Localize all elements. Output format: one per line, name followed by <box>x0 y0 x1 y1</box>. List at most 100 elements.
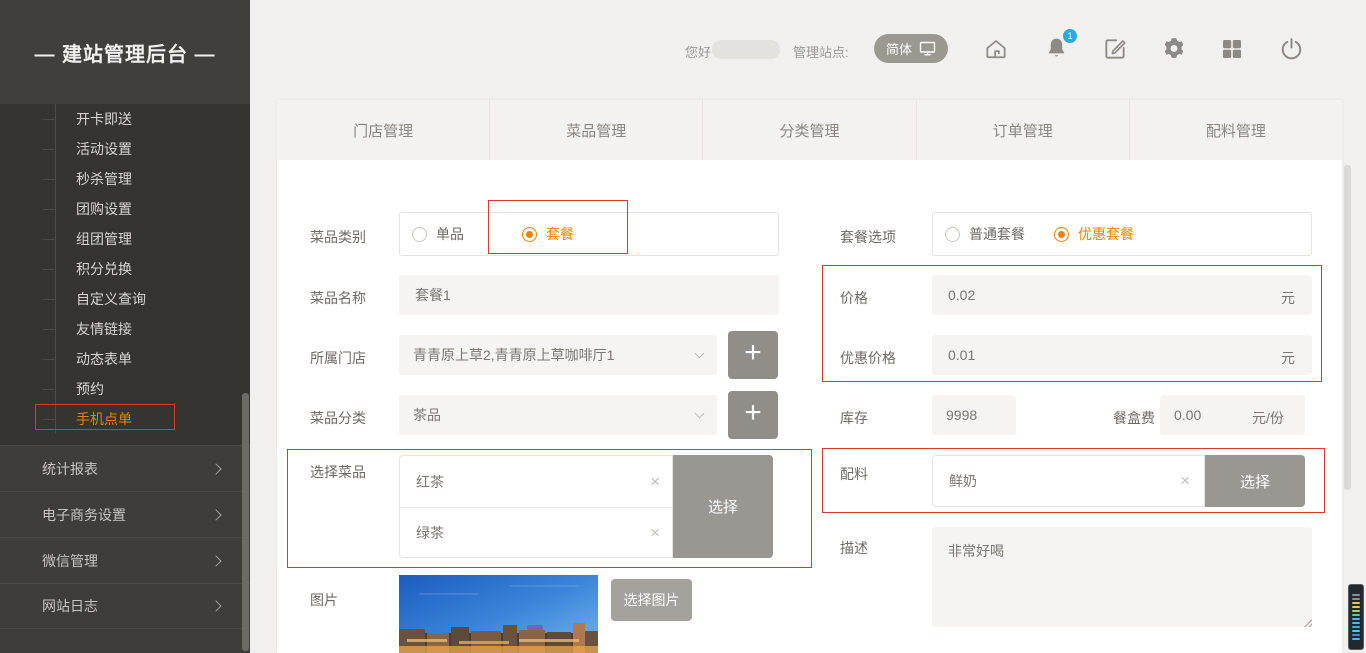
main-panel: 门店管理 菜品管理 分类管理 订单管理 配料管理 菜品类别 单品 套餐 菜品名称… <box>277 100 1342 653</box>
app-title: — 建站管理后台 — <box>34 38 215 67</box>
section-label: 网站日志 <box>42 596 98 616</box>
sidebar-item-flash-sale[interactable]: 秒杀管理 <box>56 164 235 194</box>
apps-grid-icon[interactable] <box>1220 37 1246 63</box>
selected-dishes-list: 红茶 × 绿茶 × <box>399 455 673 558</box>
chevron-right-icon <box>210 463 221 474</box>
dish-name: 红茶 <box>416 472 444 492</box>
selected-dish-row: 红茶 × <box>400 456 672 507</box>
greeting-text: 您好 <box>685 42 711 61</box>
dish-name-label: 菜品名称 <box>310 288 366 308</box>
sidebar-section-site-logs[interactable]: 网站日志 <box>0 583 250 629</box>
radio-icon <box>945 227 960 242</box>
language-button[interactable]: 简体 <box>874 34 948 63</box>
dish-category-label: 菜品类别 <box>310 227 366 247</box>
sidebar-section-wechat[interactable]: 微信管理 <box>0 537 250 583</box>
home-icon[interactable] <box>983 36 1009 62</box>
chevron-down-icon <box>695 349 705 359</box>
radio-label: 优惠套餐 <box>1078 224 1134 244</box>
discount-price-label: 优惠价格 <box>840 348 896 368</box>
chevron-right-icon <box>210 555 221 566</box>
store-select-value: 青青原上草2,青青原上草咖啡厅1 <box>413 345 614 365</box>
remove-dish-icon[interactable]: × <box>650 523 660 543</box>
radio-icon <box>412 227 427 242</box>
chevron-right-icon <box>210 600 221 611</box>
dish-class-select[interactable]: 茶品 <box>399 395 717 435</box>
dish-class-label: 菜品分类 <box>310 408 366 428</box>
dish-class-select-value: 茶品 <box>413 405 441 425</box>
dish-category-radio-group: 单品 套餐 <box>399 212 779 256</box>
sidebar-scrollbar[interactable] <box>242 393 249 651</box>
radio-label: 普通套餐 <box>969 224 1025 244</box>
dish-name-input[interactable] <box>399 275 779 315</box>
monitor-icon <box>919 41 936 56</box>
stock-label: 库存 <box>840 408 868 428</box>
tab-ingredient-management[interactable]: 配料管理 <box>1130 100 1342 160</box>
sidebar-item-group-buy[interactable]: 团购设置 <box>56 194 235 224</box>
browser-extension-widget[interactable] <box>1348 584 1364 650</box>
chevron-right-icon <box>210 509 221 520</box>
ingredient-value: 鲜奶 <box>949 471 977 491</box>
description-textarea[interactable]: 非常好喝 <box>932 527 1312 627</box>
radio-label: 单品 <box>436 224 464 244</box>
remove-dish-icon[interactable]: × <box>650 472 660 492</box>
sidebar-item-open-card-gift[interactable]: 开卡即送 <box>56 104 235 134</box>
sidebar-item-mobile-ordering[interactable]: 手机点单 <box>56 404 235 434</box>
sidebar-section-statistics[interactable]: 统计报表 <box>0 445 250 491</box>
add-store-button[interactable]: + <box>728 331 778 379</box>
tab-dish-management[interactable]: 菜品管理 <box>490 100 703 160</box>
sidebar-sections: 统计报表 电子商务设置 微信管理 网站日志 <box>0 445 250 653</box>
sidebar-item-points-exchange[interactable]: 积分兑换 <box>56 254 235 284</box>
sidebar-item-reservation[interactable]: 预约 <box>56 374 235 404</box>
dish-image-thumbnail[interactable] <box>399 575 598 653</box>
tab-category-management[interactable]: 分类管理 <box>703 100 916 160</box>
language-label: 简体 <box>886 39 912 58</box>
radio-label: 套餐 <box>546 224 574 244</box>
radio-discount-combo[interactable]: 优惠套餐 <box>1054 224 1134 244</box>
price-unit: 元 <box>1281 288 1295 308</box>
sidebar: — 建站管理后台 — 开卡即送 活动设置 秒杀管理 团购设置 组团管理 积分兑换… <box>0 0 250 653</box>
box-fee-label: 餐盒费 <box>1113 408 1155 428</box>
price-label: 价格 <box>840 288 868 308</box>
store-select[interactable]: 青青原上草2,青青原上草咖啡厅1 <box>399 335 717 375</box>
ingredient-input[interactable]: 鲜奶 × <box>932 455 1205 507</box>
sidebar-item-custom-query[interactable]: 自定义查询 <box>56 284 235 314</box>
notification-badge: 1 <box>1063 29 1077 43</box>
dish-name: 绿茶 <box>416 523 444 543</box>
section-label: 微信管理 <box>42 551 98 571</box>
ingredient-label: 配料 <box>840 464 868 484</box>
sidebar-item-friend-links[interactable]: 友情链接 <box>56 314 235 344</box>
box-fee-unit: 元/份 <box>1252 408 1284 428</box>
store-label: 所属门店 <box>310 348 366 368</box>
radio-icon <box>1054 227 1069 242</box>
tab-store-management[interactable]: 门店管理 <box>277 100 490 160</box>
settings-gear-icon[interactable] <box>1161 36 1187 62</box>
select-ingredient-button[interactable]: 选择 <box>1205 455 1305 507</box>
stock-input[interactable] <box>932 395 1016 435</box>
remove-ingredient-icon[interactable]: × <box>1180 471 1190 491</box>
edit-icon[interactable] <box>1102 36 1128 62</box>
sidebar-menu: 开卡即送 活动设置 秒杀管理 团购设置 组团管理 积分兑换 自定义查询 友情链接… <box>55 104 235 434</box>
tab-order-management[interactable]: 订单管理 <box>917 100 1130 160</box>
chevron-down-icon <box>695 409 705 419</box>
price-input[interactable] <box>932 275 1312 315</box>
sidebar-item-group-manage[interactable]: 组团管理 <box>56 224 235 254</box>
sidebar-item-dynamic-form[interactable]: 动态表单 <box>56 344 235 374</box>
select-dishes-button[interactable]: 选择 <box>673 455 773 558</box>
description-label: 描述 <box>840 538 868 558</box>
combo-option-label: 套餐选项 <box>840 227 896 247</box>
section-label: 电子商务设置 <box>42 505 126 525</box>
manage-site-label: 管理站点: <box>793 42 849 61</box>
radio-combo-dish[interactable]: 套餐 <box>522 224 574 244</box>
power-logout-icon[interactable] <box>1279 36 1305 62</box>
page-scrollbar[interactable] <box>1344 165 1351 490</box>
radio-single-dish[interactable]: 单品 <box>412 224 464 244</box>
notifications-bell-icon[interactable]: 1 <box>1044 35 1070 61</box>
sidebar-section-ecommerce[interactable]: 电子商务设置 <box>0 491 250 537</box>
selected-dish-row: 绿茶 × <box>400 507 672 558</box>
add-dish-class-button[interactable]: + <box>728 391 778 439</box>
combo-option-radio-group: 普通套餐 优惠套餐 <box>932 212 1312 256</box>
sidebar-item-activity-settings[interactable]: 活动设置 <box>56 134 235 164</box>
radio-normal-combo[interactable]: 普通套餐 <box>945 224 1025 244</box>
select-image-button[interactable]: 选择图片 <box>611 579 692 621</box>
discount-price-input[interactable] <box>932 335 1312 375</box>
